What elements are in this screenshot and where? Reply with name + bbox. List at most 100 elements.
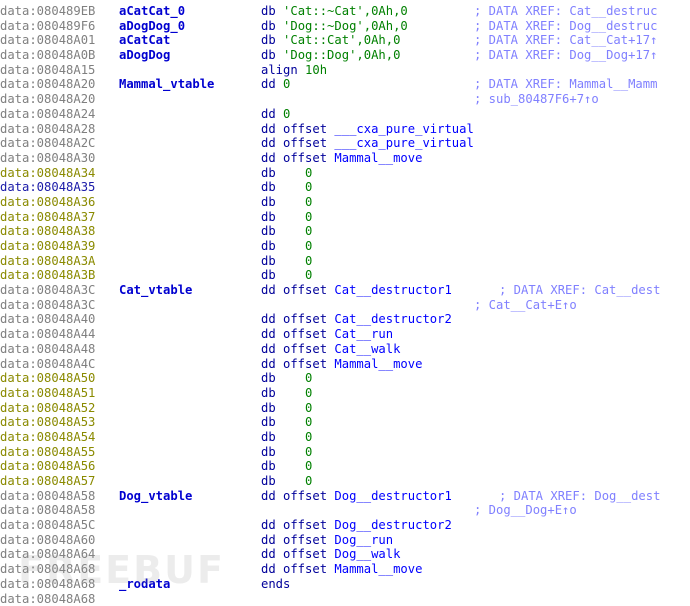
listing-line[interactable]: data:08048A3Adb 0 [0,254,690,269]
operand-reference[interactable]: Cat__walk [334,342,400,356]
listing-line[interactable]: data:08048A52db 0 [0,401,690,416]
symbol-label[interactable]: Mammal_vtable [119,77,214,92]
listing-line[interactable]: data:08048A30dd offset Mammal__move [0,151,690,166]
listing-line[interactable]: data:08048A51db 0 [0,386,690,401]
xref-comment[interactable]: ; DATA XREF: Cat__Cat+17↑ [474,33,657,48]
address: data:08048A50 [0,371,95,386]
listing-line[interactable]: data:08048A39db 0 [0,239,690,254]
listing-line[interactable]: data:08048A24dd 0 [0,107,690,122]
listing-line[interactable]: data:08048A20; sub_80487F6+7↑o [0,92,690,107]
xref-comment[interactable]: ; DATA XREF: Dog__Dog+17↑ [474,48,657,63]
listing-line[interactable]: data:08048A28dd offset ___cxa_pure_virtu… [0,122,690,137]
listing-line[interactable]: data:08048A53db 0 [0,415,690,430]
listing-line[interactable]: data:08048A2Cdd offset ___cxa_pure_virtu… [0,136,690,151]
listing-line[interactable]: data:08048A54db 0 [0,430,690,445]
operand: 0 [283,401,312,415]
listing-line[interactable]: data:08048A58; Dog__Dog+E↑o [0,503,690,518]
operand-reference[interactable]: Cat__run [334,327,393,341]
mnemonic: db [261,48,276,62]
symbol-label[interactable]: aDogDog_0 [119,19,185,34]
address: data:080489F6 [0,19,95,34]
address: data:08048A15 [0,63,95,78]
listing-line[interactable]: data:080489F6aDogDog_0db 'Dog::~Dog',0Ah… [0,19,690,34]
mnemonic: dd offset [261,489,327,503]
listing-line[interactable]: data:08048A20Mammal_vtabledd 0; DATA XRE… [0,77,690,92]
address: data:080489EB [0,4,95,19]
operand-reference[interactable]: ___cxa_pure_virtual [334,122,473,136]
instruction: dd offset Dog__run [261,533,393,548]
address: data:08048A39 [0,239,95,254]
address: data:08048A2C [0,136,95,151]
listing-line[interactable]: data:08048A35db 0 [0,180,690,195]
listing-line[interactable]: data:08048A01aCatCatdb 'Cat::Cat',0Ah,0;… [0,33,690,48]
address: data:08048A54 [0,430,95,445]
address: data:08048A35 [0,180,95,195]
listing-line[interactable]: data:08048A57db 0 [0,474,690,489]
listing-line[interactable]: data:08048A44dd offset Cat__run [0,327,690,342]
listing-line[interactable]: data:08048A3CCat_vtabledd offset Cat__de… [0,283,690,298]
instruction: dd offset ___cxa_pure_virtual [261,122,474,137]
symbol-label[interactable]: aDogDog [119,48,170,63]
mnemonic: dd offset [261,533,327,547]
xref-comment[interactable]: ; Cat__Cat+E↑o [474,298,577,313]
operand-reference[interactable]: Dog__run [334,533,393,547]
operand: 0 [283,224,312,238]
operand-reference[interactable]: Cat__destructor2 [334,312,451,326]
listing-line[interactable]: data:08048A3C; Cat__Cat+E↑o [0,298,690,313]
instruction: db 0 [261,166,312,181]
mnemonic: dd offset [261,122,327,136]
instruction: db 0 [261,445,312,460]
listing-line[interactable]: data:08048A48dd offset Cat__walk [0,342,690,357]
operand-reference[interactable]: ___cxa_pure_virtual [334,136,473,150]
listing-line[interactable]: data:08048A58Dog_vtabledd offset Dog__de… [0,489,690,504]
instruction: db 0 [261,195,312,210]
operand-reference[interactable]: Dog__destructor2 [334,518,451,532]
symbol-label[interactable]: aCatCat [119,33,170,48]
listing-line[interactable]: data:08048A15align 10h [0,63,690,78]
operand: 0 [283,254,312,268]
listing-line[interactable]: data:08048A40dd offset Cat__destructor2 [0,312,690,327]
xref-comment[interactable]: ; DATA XREF: Mammal__Mamm [474,77,657,92]
listing-line[interactable]: data:08048A38 db 0 [0,224,690,239]
instruction: db 'Cat::Cat',0Ah,0 [261,33,400,48]
xref-comment[interactable]: ; DATA XREF: Dog__dest [499,489,660,504]
listing-line[interactable]: data:08048A55 db 0 [0,445,690,460]
symbol-label[interactable]: aCatCat_0 [119,4,185,19]
symbol-label[interactable]: Dog_vtable [119,489,192,504]
mnemonic: db [261,224,276,238]
address: data:08048A55 [0,445,95,460]
operand: 10h [305,63,327,77]
operand-reference[interactable]: Cat__destructor1 [334,283,451,297]
operand-reference[interactable]: Dog__walk [334,547,400,561]
address: data:08048A48 [0,342,95,357]
listing-line[interactable]: data:080489EBaCatCat_0db 'Cat::~Cat',0Ah… [0,4,690,19]
disassembly-listing: data:080489EBaCatCat_0db 'Cat::~Cat',0Ah… [0,4,690,606]
xref-comment[interactable]: ; DATA XREF: Dog__destruc [474,19,657,34]
xref-comment[interactable]: ; DATA XREF: Cat__dest [499,283,660,298]
xref-comment[interactable]: ; DATA XREF: Cat__destruc [474,4,657,19]
listing-line[interactable]: data:08048A0BaDogDogdb 'Dog::Dog',0Ah,0;… [0,48,690,63]
listing-line[interactable]: data:08048A37db 0 [0,210,690,225]
mnemonic: db [261,445,276,459]
operand-reference[interactable]: Mammal__move [334,151,422,165]
operand: 0 [283,386,312,400]
listing-line[interactable]: data:08048A36db 0 [0,195,690,210]
instruction: dd offset Cat__destructor2 [261,312,452,327]
xref-comment[interactable]: ; sub_80487F6+7↑o [474,92,599,107]
operand-reference[interactable]: Mammal__move [334,562,422,576]
operand: 0 [283,77,290,91]
listing-line[interactable]: data:08048A34db 0 [0,166,690,181]
xref-comment[interactable]: ; Dog__Dog+E↑o [474,503,577,518]
mnemonic: db [261,415,276,429]
listing-line[interactable]: data:08048A5Cdd offset Dog__destructor2 [0,518,690,533]
operand-reference[interactable]: Dog__destructor1 [334,489,451,503]
listing-line[interactable]: data:08048A3Bdb 0 [0,268,690,283]
listing-line[interactable]: data:08048A50db 0 [0,371,690,386]
address: data:08048A38 [0,224,95,239]
operand-reference[interactable]: Mammal__move [334,357,422,371]
listing-line[interactable]: data:08048A4Cdd offset Mammal__move [0,357,690,372]
listing-line[interactable]: data:08048A56db 0 [0,459,690,474]
listing-line[interactable]: data:08048A60dd offset Dog__run [0,533,690,548]
operand: 0 [283,459,312,473]
symbol-label[interactable]: Cat_vtable [119,283,192,298]
